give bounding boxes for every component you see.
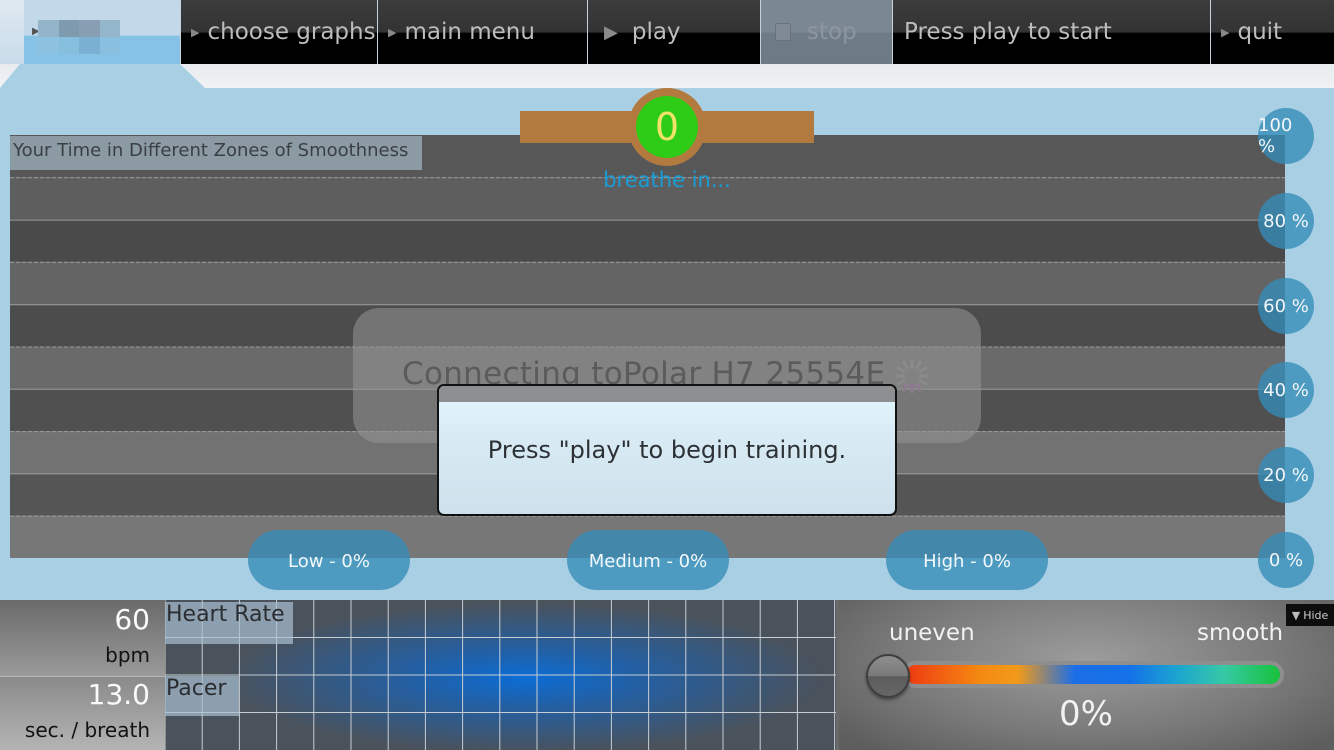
axis-label-80: 80 % [1258, 193, 1314, 249]
zone-medium-pill: Medium - 0% [567, 530, 729, 590]
quit-button[interactable]: ▶ quit [1210, 0, 1334, 64]
choose-graphs-button[interactable]: ▶ choose graphs [180, 0, 377, 64]
pacer-graph-label: Pacer [165, 676, 239, 716]
axis-label-100: 100 % [1258, 108, 1314, 164]
pacer-value: 13.0 [87, 678, 150, 711]
heart-rate-value: 60 [114, 603, 150, 636]
breathe-instruction: breathe in... [603, 168, 731, 192]
main-menu-button[interactable]: ▶ main menu [377, 0, 587, 64]
chart-title: Your Time in Different Zones of Smoothne… [10, 136, 422, 170]
stop-label: stop [807, 19, 857, 45]
heart-rate-graph: Heart Rate Pacer [165, 600, 838, 750]
axis-label-60: 60 % [1258, 278, 1314, 334]
axis-label-40: 40 % [1258, 362, 1314, 418]
heart-rate-unit: bpm [105, 643, 150, 667]
loading-spinner-icon [894, 358, 930, 394]
pacer-unit: sec. / breath [24, 718, 150, 742]
logo-tail [0, 64, 205, 88]
smoothness-value: 0% [1059, 694, 1113, 734]
triangle-right-icon: ▶ [1221, 25, 1230, 39]
main-menu-label: main menu [404, 19, 535, 45]
axis-label-20: 20 % [1258, 447, 1314, 503]
smoothness-gradient [906, 665, 1280, 684]
heart-rate-readout: 60 bpm [0, 600, 165, 676]
stop-icon [775, 23, 791, 41]
triangle-right-icon: ▶ [388, 25, 397, 39]
app-logo-redacted [38, 20, 120, 54]
app-logo-button[interactable]: ▶ [0, 0, 205, 88]
status-text: Press play to start [892, 0, 1210, 64]
triangle-down-icon: ▼ [1291, 608, 1301, 622]
hide-label: Hide [1303, 608, 1329, 622]
chart-band [10, 261, 1285, 305]
choose-graphs-label: choose graphs [207, 19, 376, 45]
play-label: play [631, 19, 681, 45]
logo-strip [0, 0, 24, 64]
heart-rate-graph-label: Heart Rate [165, 602, 293, 644]
uneven-label: uneven [889, 620, 975, 646]
chart-band [10, 219, 1285, 262]
hide-button[interactable]: ▼ Hide [1286, 604, 1334, 626]
smooth-label: smooth [1197, 620, 1284, 646]
pacer-readout: 13.0 sec. / breath [0, 677, 165, 750]
stop-button[interactable]: stop [760, 0, 892, 64]
zone-low-pill: Low - 0% [248, 530, 410, 590]
play-icon: ▶ [604, 21, 618, 43]
play-button[interactable]: ▶ play [587, 0, 760, 64]
start-training-dialog[interactable]: Press "play" to begin training. [437, 384, 897, 516]
breath-pacer-ball: 0 [636, 96, 698, 158]
dialog-message: Press "play" to begin training. [487, 436, 847, 464]
quit-label: quit [1237, 19, 1283, 45]
zone-high-pill: High - 0% [886, 530, 1048, 590]
axis-label-0: 0 % [1258, 532, 1314, 588]
smoothness-indicator-knob [866, 654, 910, 698]
dialog-header [439, 386, 895, 402]
triangle-right-icon: ▶ [191, 25, 200, 39]
